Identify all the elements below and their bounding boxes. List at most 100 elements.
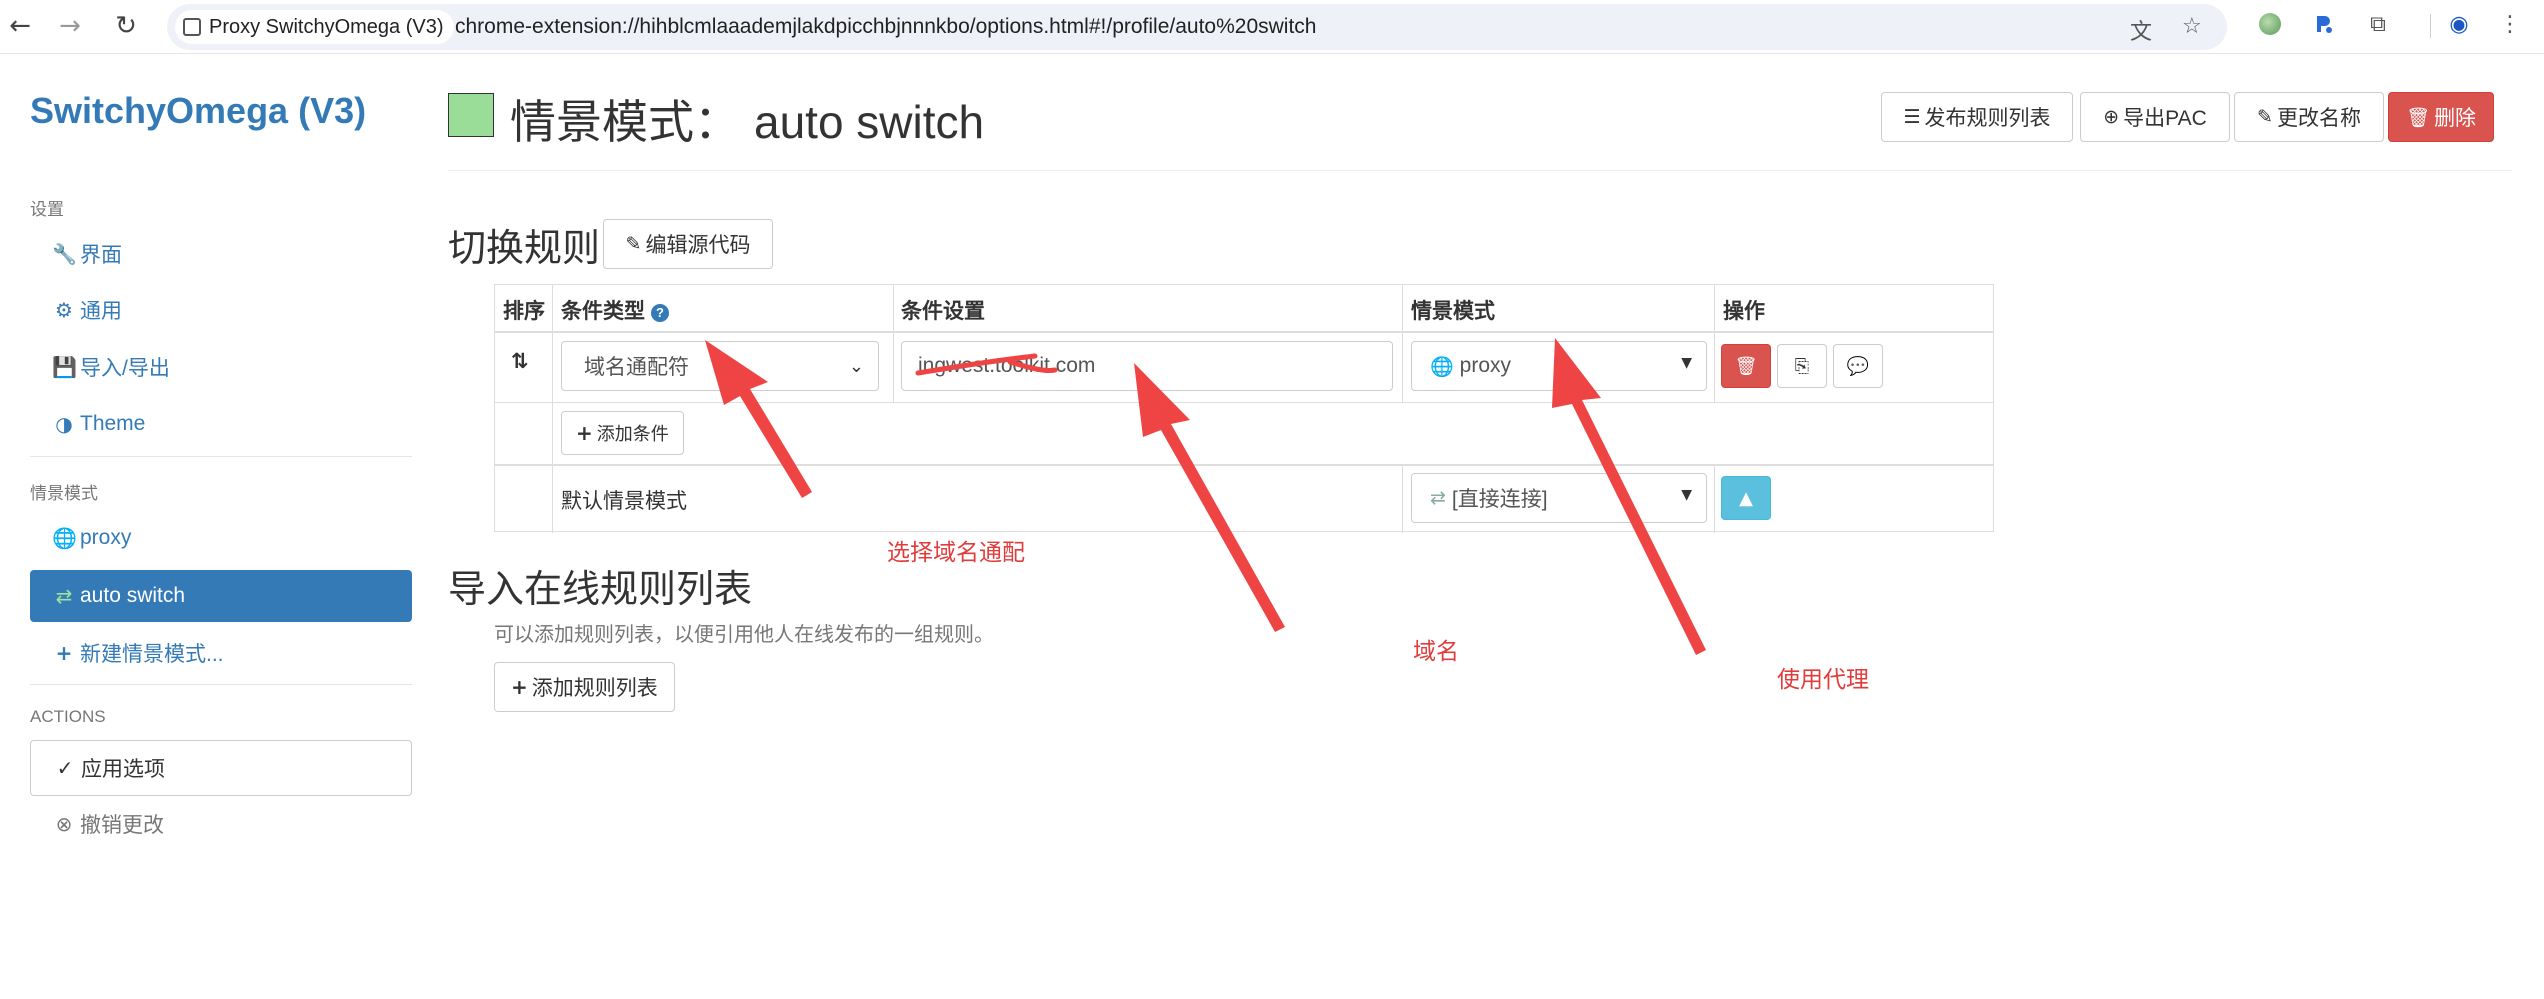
- expand-default-button[interactable]: ▲: [1721, 476, 1771, 520]
- table-divider: [552, 285, 553, 533]
- condition-details-input[interactable]: ingwest.toolkit.com: [901, 341, 1393, 391]
- sidebar-item-theme[interactable]: ◑ Theme: [30, 398, 412, 450]
- apply-options-button[interactable]: ✓ 应用选项: [30, 740, 412, 796]
- dictionary-extension-icon[interactable]: [2310, 10, 2338, 38]
- settings-section-header: 设置: [30, 200, 64, 219]
- annotation-domain: 域名: [1413, 638, 1459, 664]
- button-label: 导出PAC: [2123, 107, 2207, 130]
- undo-circle-icon: ⊗: [55, 812, 73, 836]
- add-rule-list-button[interactable]: + 添加规则列表: [494, 662, 675, 712]
- table-divider: [495, 331, 1993, 333]
- comment-icon: 💬: [1846, 355, 1870, 377]
- table-divider: [1402, 285, 1403, 402]
- sidebar-item-label: 通用: [80, 300, 122, 323]
- toolbar-divider: [2430, 14, 2431, 38]
- annotation-use-proxy: 使用代理: [1777, 666, 1869, 692]
- globe-icon: 🌐: [52, 526, 77, 550]
- caret-down-icon: ▼: [1681, 355, 1692, 371]
- switch-rules-title: 切换规则: [448, 228, 601, 270]
- condition-type-value: 域名通配符: [584, 356, 689, 379]
- button-label: 编辑源代码: [645, 234, 751, 257]
- rule-profile-value: proxy: [1459, 354, 1512, 377]
- sidebar-item-new-profile[interactable]: + 新建情景模式...: [30, 627, 412, 679]
- table-divider: [495, 402, 1993, 403]
- plus-icon: +: [511, 675, 528, 699]
- sidebar-item-general[interactable]: ⚙ 通用: [30, 284, 412, 336]
- sidebar-item-import-export[interactable]: 💾 导入/导出: [30, 341, 412, 393]
- switch-arrows-icon: ⇄: [55, 584, 73, 608]
- table-divider: [1714, 464, 1715, 533]
- sidebar-item-proxy[interactable]: 🌐 proxy: [30, 512, 412, 564]
- rule-profile-select[interactable]: 🌐 proxy ▼: [1411, 341, 1707, 391]
- chevron-down-icon: ⌄: [848, 356, 864, 377]
- extension-puzzle-icon: [183, 18, 201, 36]
- plus-icon: +: [576, 421, 593, 445]
- sort-handle-icon[interactable]: ⇅: [511, 349, 529, 373]
- menu-icon[interactable]: ⋮: [2496, 10, 2524, 38]
- rule-note-button[interactable]: 💬: [1833, 344, 1883, 388]
- bookmark-star-icon[interactable]: ☆: [2182, 14, 2202, 39]
- edit-icon: ✎: [2257, 106, 2273, 128]
- annotation-select-domain-wildcard: 选择域名通配: [887, 539, 1025, 565]
- default-profile-label: 默认情景模式: [561, 490, 687, 513]
- plus-icon: +: [55, 641, 73, 665]
- publish-rule-list-button[interactable]: ☰ 发布规则列表: [1881, 92, 2073, 142]
- table-divider: [1714, 285, 1715, 402]
- app-brand[interactable]: SwitchyOmega (V3): [30, 90, 366, 132]
- floppy-icon: 💾: [52, 355, 77, 379]
- column-header-profile: 情景模式: [1411, 300, 1495, 323]
- tab-title: Proxy SwitchyOmega (V3): [209, 15, 444, 38]
- default-profile-select[interactable]: ⇄ [直接连接] ▼: [1411, 473, 1707, 523]
- forward-icon[interactable]: →: [52, 8, 88, 44]
- reload-icon[interactable]: ↻: [108, 8, 144, 44]
- profile-name: auto switch: [754, 96, 985, 148]
- sidebar-item-interface[interactable]: 🔧 界面: [30, 228, 412, 280]
- edit-source-button[interactable]: ✎ 编辑源代码: [603, 219, 773, 269]
- switchyomega-extension-icon[interactable]: [2256, 10, 2284, 38]
- browser-toolbar: ← → ↻ Proxy SwitchyOmega (V3) chrome-ext…: [0, 0, 2544, 54]
- add-condition-button[interactable]: + 添加条件: [561, 411, 684, 455]
- export-pac-button[interactable]: ⊕ 导出PAC: [2080, 92, 2230, 142]
- gear-icon: ⚙: [55, 298, 73, 322]
- download-circle-icon: ⊕: [2103, 106, 2120, 128]
- copy-icon: ⎘: [1794, 355, 1810, 377]
- table-divider: [893, 285, 894, 402]
- condition-type-select[interactable]: 域名通配符 ⌄: [561, 341, 879, 391]
- condition-details-value: ingwest.toolkit.com: [918, 354, 1096, 377]
- switch-rules-table: 排序 条件类型? 条件设置 情景模式 操作 ⇅ 域名通配符 ⌄ ingwest.…: [494, 284, 1994, 533]
- delete-profile-button[interactable]: 🗑 删除: [2388, 92, 2494, 142]
- button-label: 发布规则列表: [1924, 107, 2051, 130]
- header-divider: [448, 170, 2512, 171]
- translate-icon[interactable]: ⽂: [2130, 14, 2152, 46]
- online-rules-help: 可以添加规则列表，以便引用他人在线发布的一组规则。: [494, 624, 994, 646]
- address-bar[interactable]: Proxy SwitchyOmega (V3) chrome-extension…: [167, 4, 2227, 50]
- profile-icon[interactable]: ◉: [2445, 10, 2473, 38]
- sidebar-item-label: Theme: [80, 412, 146, 435]
- profile-color-swatch[interactable]: [448, 93, 494, 137]
- clone-rule-button[interactable]: ⎘: [1777, 344, 1827, 388]
- page-title-prefix: 情景模式：: [510, 96, 740, 148]
- url-text[interactable]: chrome-extension://hihblcmlaaademjlakdpi…: [455, 15, 1316, 39]
- globe-icon: 🌐: [1430, 355, 1454, 378]
- page-title: 情景模式： auto switch: [510, 86, 984, 152]
- extensions-icon[interactable]: ⧉: [2364, 10, 2392, 38]
- column-header-condition-details: 条件设置: [901, 300, 985, 323]
- column-header-label: 条件类型: [561, 300, 645, 323]
- back-icon[interactable]: ←: [2, 8, 38, 44]
- delete-rule-button[interactable]: 🗑: [1721, 344, 1771, 388]
- sidebar-divider: [30, 684, 412, 685]
- column-header-actions: 操作: [1723, 300, 1765, 323]
- button-label: 删除: [2434, 107, 2477, 130]
- undo-changes-button[interactable]: ⊗ 撤销更改: [30, 798, 412, 850]
- sidebar-item-label: 导入/导出: [80, 357, 170, 380]
- site-info-chip[interactable]: Proxy SwitchyOmega (V3): [175, 10, 454, 44]
- column-header-condition-type: 条件类型?: [561, 295, 669, 325]
- check-circle-icon: ✓: [56, 756, 74, 780]
- help-icon[interactable]: ?: [651, 304, 669, 322]
- edit-icon: ✎: [625, 233, 642, 255]
- column-header-sort: 排序: [503, 300, 545, 323]
- wrench-icon: 🔧: [52, 242, 77, 266]
- rename-button[interactable]: ✎ 更改名称: [2234, 92, 2384, 142]
- sidebar-item-auto-switch[interactable]: ⇄ auto switch: [30, 570, 412, 622]
- sidebar-item-label: 新建情景模式...: [80, 643, 224, 666]
